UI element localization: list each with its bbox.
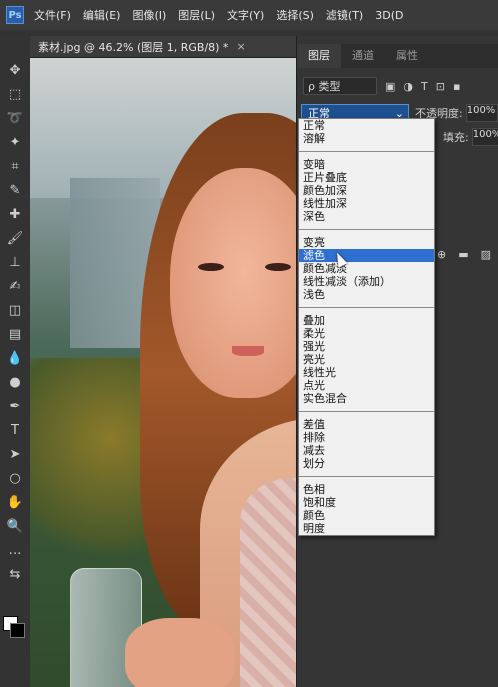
layer-filter-select[interactable]: ρ 类型	[303, 77, 377, 95]
tab-properties[interactable]: 属性	[385, 44, 429, 68]
menu-file[interactable]: 文件(F)	[34, 7, 71, 23]
dropdown-separator	[299, 307, 434, 308]
menu-type[interactable]: 文字(Y)	[227, 7, 264, 23]
dropdown-separator	[299, 151, 434, 152]
blend-mode-option[interactable]: 排除	[299, 431, 434, 444]
document-tab[interactable]: 素材.jpg @ 46.2% (图层 1, RGB/8) * ×	[30, 36, 296, 58]
shape-filter-icon[interactable]: ⊡	[436, 80, 445, 93]
blend-mode-option[interactable]: 色相	[299, 483, 434, 496]
blend-mode-option[interactable]: 线性减淡（添加）	[299, 275, 434, 288]
new-group-icon[interactable]: ▬	[458, 248, 468, 261]
document-title: 素材.jpg @ 46.2% (图层 1, RGB/8) *	[38, 40, 229, 54]
tab-layers[interactable]: 图层	[297, 44, 341, 68]
history-brush-icon[interactable]: ✍	[4, 276, 26, 296]
photoshop-logo: Ps	[6, 6, 24, 24]
smart-object-filter-icon[interactable]: ▪	[453, 80, 460, 93]
gradient-icon[interactable]: ▤	[4, 324, 26, 344]
fill-input[interactable]: 100%	[471, 128, 498, 146]
type-filter-icon[interactable]: T	[421, 80, 428, 93]
menu-layer[interactable]: 图层(L)	[178, 7, 215, 23]
blend-mode-option[interactable]: 深色	[299, 210, 434, 223]
blend-mode-option[interactable]: 叠加	[299, 314, 434, 327]
menu-bar: Ps 文件(F) 编辑(E) 图像(I) 图层(L) 文字(Y) 选择(S) 滤…	[0, 0, 498, 30]
photo-right-eye	[265, 263, 291, 271]
tool-bar: ✥ ⬚ ➰ ✦ ⌗ ✎ ✚ 🖌 ⊥ ✍ ◫ ▤ 💧 ● ✒ T ➤ ○ ✋ 🔍 …	[0, 36, 31, 687]
blend-mode-option[interactable]: 颜色加深	[299, 184, 434, 197]
blend-mode-option[interactable]: 滤色	[299, 249, 434, 262]
path-select-icon[interactable]: ➤	[4, 444, 26, 464]
layer-filter-row: ρ 类型 ▣ ◑ T ⊡ ▪	[297, 74, 498, 98]
menu-filter[interactable]: 滤镜(T)	[326, 7, 363, 23]
blend-mode-dropdown: 正常 溶解变暗 正片叠底 颜色加深 线性加深 深色变亮 滤色 颜色减淡 线性减淡（添加） 浅色叠加…	[298, 118, 435, 536]
link-layers-icon[interactable]: ⊕	[437, 248, 446, 261]
more-icon[interactable]: …	[4, 540, 26, 560]
lasso-icon[interactable]: ➰	[4, 108, 26, 128]
blur-icon[interactable]: 💧	[4, 348, 26, 368]
dodge-icon[interactable]: ●	[4, 372, 26, 392]
pen-icon[interactable]: ✒	[4, 396, 26, 416]
marquee-icon[interactable]: ⬚	[4, 84, 26, 104]
fill-label: 填充:	[443, 131, 469, 144]
hand-icon[interactable]: ✋	[4, 492, 26, 512]
blend-mode-option[interactable]: 减去	[299, 444, 434, 457]
blend-mode-option[interactable]: 实色混合	[299, 392, 434, 405]
pixel-filter-icon[interactable]: ▣	[385, 80, 395, 93]
dropdown-separator	[299, 476, 434, 477]
type-icon[interactable]: T	[4, 420, 26, 440]
blend-mode-option[interactable]: 变暗	[299, 158, 434, 171]
blend-mode-option[interactable]: 饱和度	[299, 496, 434, 509]
blend-mode-option[interactable]: 亮光	[299, 353, 434, 366]
blend-mode-option[interactable]: 颜色减淡	[299, 262, 434, 275]
eyedropper-icon[interactable]: ✎	[4, 180, 26, 200]
blend-mode-option[interactable]: 正常	[299, 119, 434, 132]
close-icon[interactable]: ×	[236, 40, 245, 53]
tab-channels[interactable]: 通道	[341, 44, 385, 68]
menu-select[interactable]: 选择(S)	[276, 7, 314, 23]
layer-action-icons: ⊕ ▬ ▨ ▣	[437, 248, 498, 261]
healing-icon[interactable]: ✚	[4, 204, 26, 224]
dropdown-separator	[299, 411, 434, 412]
blend-mode-option[interactable]: 点光	[299, 379, 434, 392]
zoom-icon[interactable]: 🔍	[4, 516, 26, 536]
move-icon[interactable]: ✥	[4, 60, 26, 80]
photo-mouth	[232, 346, 264, 356]
blend-mode-option[interactable]: 浅色	[299, 288, 434, 301]
blend-mode-option[interactable]: 变亮	[299, 236, 434, 249]
swap-colors-icon[interactable]: ⇆	[4, 564, 26, 584]
blend-mode-option[interactable]: 划分	[299, 457, 434, 470]
menu-edit[interactable]: 编辑(E)	[83, 7, 121, 23]
panel-tabs: 图层 通道 属性	[297, 44, 498, 68]
crop-icon[interactable]: ⌗	[4, 156, 26, 176]
blend-mode-option[interactable]: 溶解	[299, 132, 434, 145]
shape-icon[interactable]: ○	[4, 468, 26, 488]
blend-mode-option[interactable]: 颜色	[299, 509, 434, 522]
brush-icon[interactable]: 🖌	[4, 228, 26, 248]
blend-mode-option[interactable]: 差值	[299, 418, 434, 431]
blend-mode-option[interactable]: 正片叠底	[299, 171, 434, 184]
dropdown-separator	[299, 229, 434, 230]
adjustment-filter-icon[interactable]: ◑	[403, 80, 413, 93]
stamp-icon[interactable]: ⊥	[4, 252, 26, 272]
new-layer-icon[interactable]: ▨	[481, 248, 491, 261]
opacity-input[interactable]: 100%	[465, 104, 498, 122]
blend-mode-option[interactable]: 强光	[299, 340, 434, 353]
background-color-swatch[interactable]	[10, 623, 25, 638]
blend-mode-option[interactable]: 柔光	[299, 327, 434, 340]
menu-image[interactable]: 图像(I)	[132, 7, 166, 23]
magic-wand-icon[interactable]: ✦	[4, 132, 26, 152]
blend-mode-option[interactable]: 明度	[299, 522, 434, 535]
eraser-icon[interactable]: ◫	[4, 300, 26, 320]
photo-hand	[125, 618, 235, 687]
photo-left-eye	[198, 263, 224, 271]
menu-3d[interactable]: 3D(D	[375, 9, 403, 22]
blend-mode-option[interactable]: 线性光	[299, 366, 434, 379]
fill-row: 填充: 100%	[437, 128, 498, 146]
blend-mode-option[interactable]: 线性加深	[299, 197, 434, 210]
